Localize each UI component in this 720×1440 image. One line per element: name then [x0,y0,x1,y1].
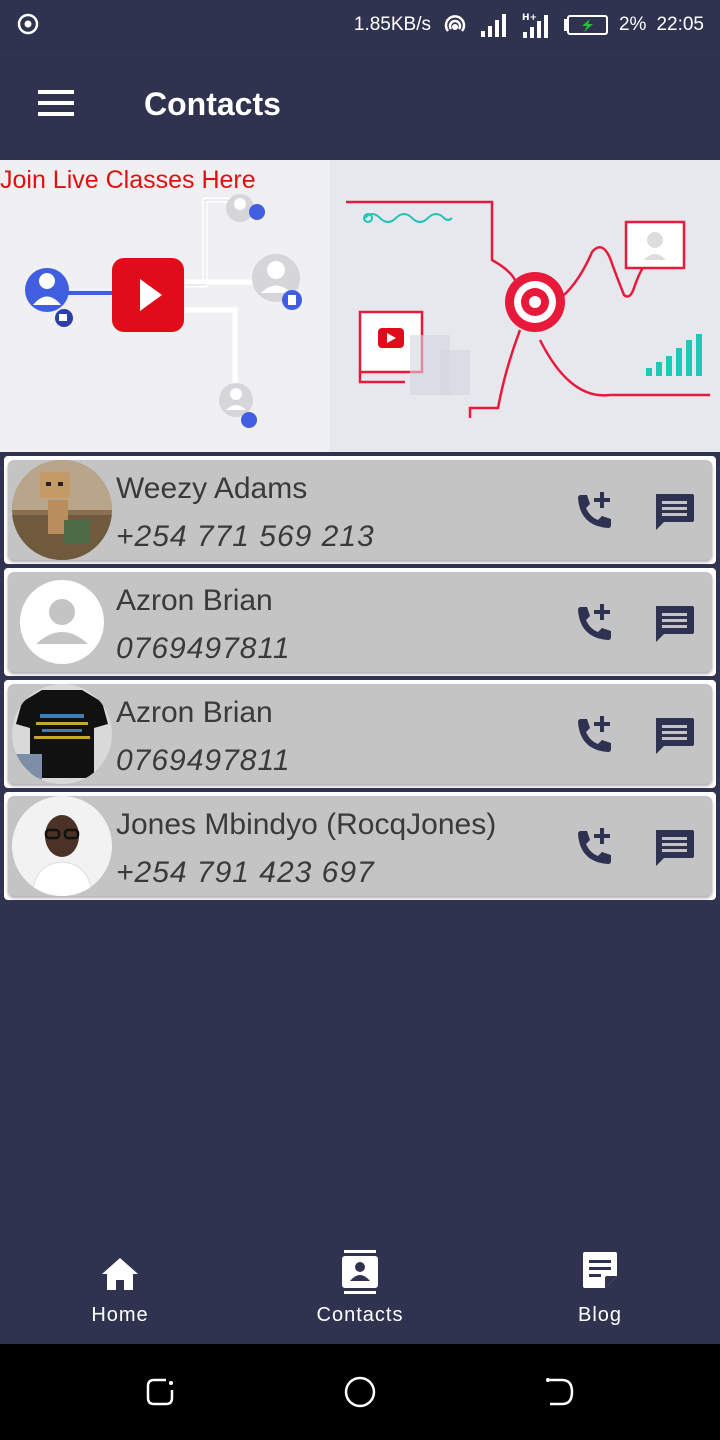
message-icon[interactable] [652,826,696,870]
signal-icon [480,14,506,37]
home-icon [102,1258,138,1290]
signal-h-plus-icon: H+ [522,13,548,38]
add-call-icon[interactable] [572,826,616,870]
add-call-icon[interactable] [572,602,616,646]
blog-icon [583,1252,617,1288]
nav-blog[interactable]: Blog [510,1240,690,1344]
contact-card[interactable]: Weezy Adams +254 771 569 213 [4,456,716,564]
nav-contacts[interactable]: Contacts [270,1240,450,1344]
default-person-avatar [12,572,112,672]
add-call-icon[interactable] [572,714,616,758]
contact-phone: 0769497811 [116,744,291,777]
back-icon[interactable] [542,1374,578,1410]
target-icon [17,13,39,35]
contact-card[interactable]: Azron Brian 0769497811 [4,680,716,788]
page-title: Contacts [144,86,281,122]
app-bar: Contacts [0,50,720,160]
contact-avatar [12,684,112,784]
contact-avatar [12,460,112,560]
nav-contacts-label: Contacts [316,1304,404,1326]
contacts-icon [342,1250,378,1294]
battery-charging-icon [563,15,608,35]
home-circle-icon[interactable] [342,1374,378,1410]
message-icon[interactable] [652,490,696,534]
battery-percent: 2% [618,14,647,35]
svg-text:H+: H+ [522,13,537,23]
message-icon[interactable] [652,714,696,758]
contact-phone: 0769497811 [116,632,291,665]
status-bar: 1.85KB/s H+ 2% 22:05 [0,0,720,50]
menu-icon[interactable] [36,88,76,118]
message-icon[interactable] [652,602,696,646]
contact-list: Weezy Adams +254 771 569 213 Azron Brian… [4,456,716,904]
contact-card[interactable]: Jones Mbindyo (RocqJones) +254 791 423 6… [4,792,716,900]
hotspot-icon [444,15,466,32]
contact-name: Azron Brian [116,584,273,617]
contact-name: Weezy Adams [116,472,308,505]
contact-name: Azron Brian [116,696,273,729]
live-classes-banner[interactable]: Join Live Classes Here [0,160,720,452]
nav-home[interactable]: Home [30,1240,210,1344]
system-navigation-bar [0,1344,720,1440]
contact-phone: +254 771 569 213 [116,520,375,553]
banner-text: Join Live Classes Here [0,166,256,194]
contact-name: Jones Mbindyo (RocqJones) [116,808,497,841]
nav-home-label: Home [91,1304,149,1326]
clock: 22:05 [656,14,704,35]
network-speed: 1.85KB/s [353,14,431,35]
contact-avatar [12,796,112,896]
nav-blog-label: Blog [577,1304,623,1326]
bottom-navigation: Home Contacts Blog [0,1240,720,1344]
contact-card[interactable]: Azron Brian 0769497811 [4,568,716,676]
recents-icon[interactable] [142,1374,178,1410]
banner-left-illustration: Join Live Classes Here [0,160,330,452]
contact-phone: +254 791 423 697 [116,856,375,889]
banner-right-illustration [330,160,720,452]
add-call-icon[interactable] [572,490,616,534]
